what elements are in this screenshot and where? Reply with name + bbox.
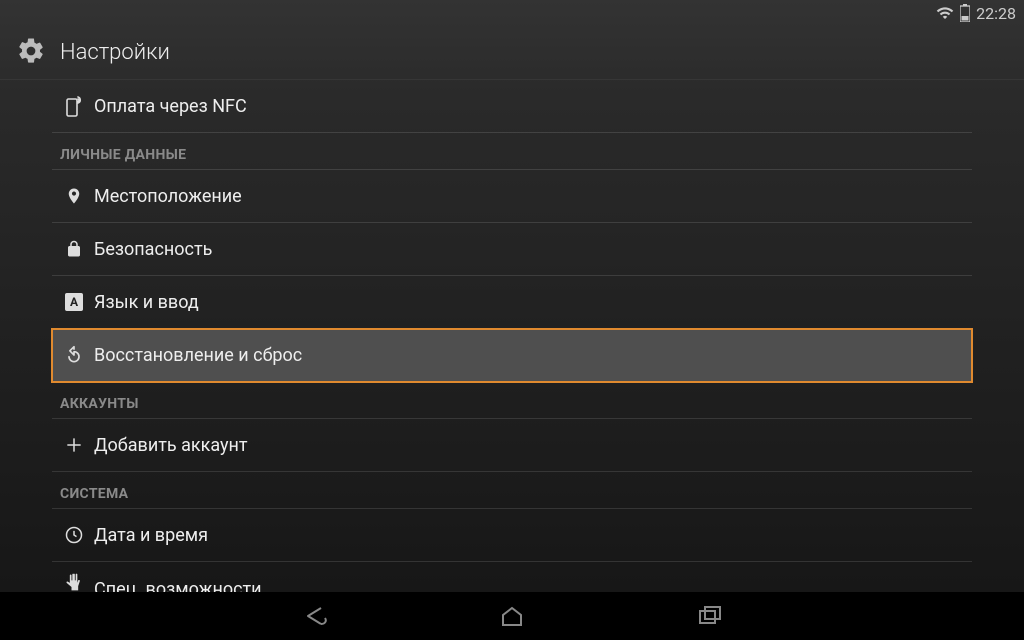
navigation-bar <box>0 592 1024 640</box>
language-icon: A <box>54 293 94 311</box>
settings-item-label: Добавить аккаунт <box>94 435 248 456</box>
section-header-personal: ЛИЧНЫЕ ДАННЫЕ <box>52 133 972 170</box>
settings-item-backup-reset[interactable]: Восстановление и сброс <box>52 329 972 382</box>
location-icon <box>54 185 94 207</box>
settings-item-label: Местоположение <box>94 186 242 207</box>
restore-icon <box>54 345 94 365</box>
settings-item-label: Дата и время <box>94 525 208 546</box>
settings-item-nfc[interactable]: Оплата через NFC <box>52 80 972 133</box>
device-frame: 22:28 Настройки Оплата через NFC ЛИЧНЫЕ … <box>0 0 1024 640</box>
settings-list: Оплата через NFC ЛИЧНЫЕ ДАННЫЕ Местополо… <box>0 80 1024 592</box>
section-header-accounts: АККАУНТЫ <box>52 382 972 419</box>
settings-item-add-account[interactable]: Добавить аккаунт <box>52 419 972 472</box>
clock-icon <box>54 525 94 545</box>
settings-item-label: Восстановление и сброс <box>94 345 302 366</box>
section-header-system: СИСТЕМА <box>52 472 972 509</box>
nfc-icon <box>54 95 94 117</box>
settings-item-language[interactable]: A Язык и ввод <box>52 276 972 329</box>
gear-icon <box>16 36 46 70</box>
wifi-icon <box>936 4 954 22</box>
hand-icon <box>54 572 94 592</box>
back-button[interactable] <box>290 592 338 640</box>
lock-icon <box>54 239 94 259</box>
settings-item-label: Язык и ввод <box>94 292 199 313</box>
settings-item-security[interactable]: Безопасность <box>52 223 972 276</box>
page-title: Настройки <box>60 40 170 65</box>
status-bar: 22:28 <box>0 0 1024 26</box>
svg-text:A: A <box>70 295 79 309</box>
settings-item-label: Оплата через NFC <box>94 96 247 117</box>
settings-item-datetime[interactable]: Дата и время <box>52 509 972 562</box>
clock: 22:28 <box>976 4 1016 23</box>
home-button[interactable] <box>488 592 536 640</box>
battery-icon <box>960 4 970 22</box>
settings-item-label: Спец. возможности <box>94 579 262 592</box>
recents-button[interactable] <box>686 592 734 640</box>
settings-item-accessibility[interactable]: Спец. возможности <box>52 562 972 592</box>
settings-item-label: Безопасность <box>94 239 212 260</box>
app-header: Настройки <box>0 26 1024 80</box>
plus-icon <box>54 435 94 455</box>
settings-item-location[interactable]: Местоположение <box>52 170 972 223</box>
